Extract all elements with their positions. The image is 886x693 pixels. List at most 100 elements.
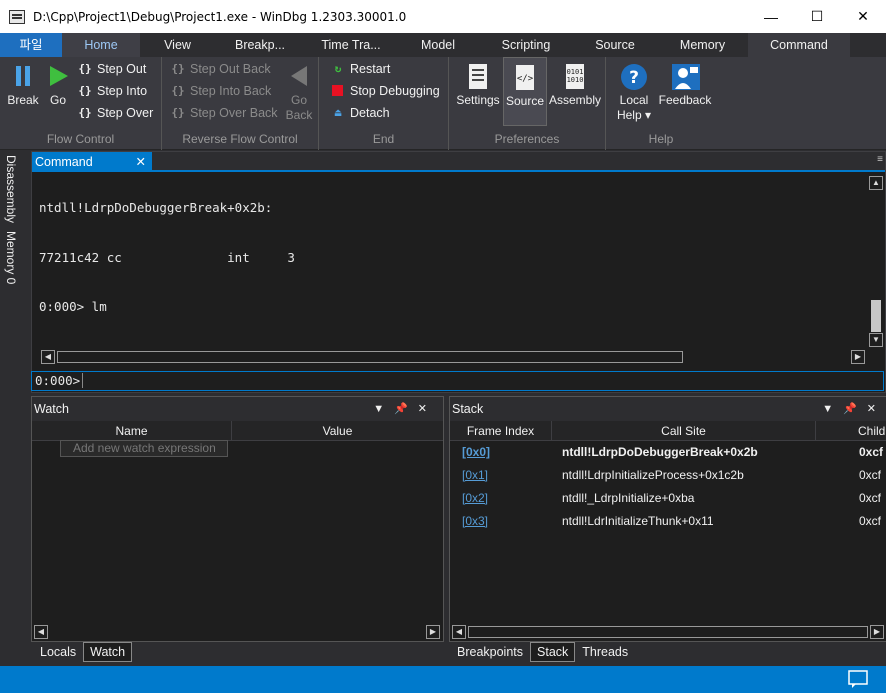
stack-row[interactable]: [0x0] ntdll!LdrpDoDebuggerBreak+0x2b 0xcf (450, 441, 886, 464)
vertical-scroll-thumb[interactable] (871, 300, 881, 332)
watch-bottom-tabs: Locals Watch (33, 642, 133, 662)
notification-icon[interactable] (848, 670, 868, 691)
step-into-back-label: Step Into Back (190, 84, 272, 98)
watch-scroll-right-arrow[interactable]: ▶ (426, 625, 440, 639)
minimize-button[interactable]: — (748, 0, 794, 33)
go-button[interactable]: Go (44, 61, 72, 108)
ribbon-tabs: 파일 Home View Breakp... Time Tra... Model… (0, 33, 886, 57)
tab-locals[interactable]: Locals (33, 642, 83, 662)
call-site: ntdll!_LdrpInitialize+0xba (562, 491, 695, 505)
close-icon[interactable]: ✕ (418, 403, 437, 415)
scroll-up-arrow[interactable]: ▲ (869, 176, 883, 190)
watch-panel: Watch ▼📌✕ Name Value Add new watch expre… (31, 396, 444, 642)
output-line: 77211c42 cc int 3 (39, 249, 295, 265)
scroll-right-arrow[interactable]: ▶ (851, 350, 865, 364)
col-name[interactable]: Name (32, 421, 232, 440)
add-watch-expression-input[interactable]: Add new watch expression (60, 440, 228, 457)
settings-button[interactable]: Settings (454, 61, 502, 108)
tab-watch[interactable]: Watch (83, 642, 133, 662)
step-out-back-button[interactable]: {} Step Out Back (170, 59, 271, 79)
command-input[interactable]: 0:000> (31, 371, 884, 391)
stack-row[interactable]: [0x3] ntdll!LdrInitializeThunk+0x11 0xcf (450, 510, 886, 533)
watch-scroll-left-arrow[interactable]: ◀ (34, 625, 48, 639)
close-icon[interactable]: ✕ (867, 403, 886, 415)
tab-time-travel[interactable]: Time Tra... (305, 33, 397, 57)
child-sp: 0xcf (859, 445, 884, 459)
assembly-button[interactable]: 0101 1010 Assembly (548, 61, 602, 108)
stack-row[interactable]: [0x2] ntdll!_LdrpInitialize+0xba 0xcf (450, 487, 886, 510)
group-help: ? Local Help ▾ Feedback Help (606, 57, 716, 150)
stop-debugging-button[interactable]: Stop Debugging (330, 81, 440, 101)
step-into-button[interactable]: {} Step Into (77, 81, 147, 101)
dropdown-icon[interactable]: ▼ (822, 403, 843, 415)
dropdown-icon[interactable]: ▼ (373, 403, 394, 415)
close-tab-icon[interactable]: ✕ (136, 152, 146, 172)
go-back-label-1: Go (290, 93, 307, 107)
step-over-button[interactable]: {} Step Over (77, 103, 153, 123)
maximize-button[interactable]: ☐ (794, 0, 840, 33)
scroll-down-arrow[interactable]: ▼ (869, 333, 883, 347)
tab-command[interactable]: Command (748, 33, 850, 57)
break-button[interactable]: Break (5, 61, 41, 108)
scroll-left-arrow[interactable]: ◀ (41, 350, 55, 364)
go-back-button[interactable]: Go Back (284, 61, 314, 123)
col-frame-index[interactable]: Frame Index (450, 421, 552, 440)
tab-stack[interactable]: Stack (530, 642, 576, 662)
reverse-play-icon (285, 63, 313, 89)
detach-label: Detach (350, 106, 390, 120)
frame-index-link[interactable]: [0x2] (462, 487, 488, 510)
command-output[interactable]: ntdll!LdrpDoDebuggerBreak+0x2b: 77211c42… (32, 174, 867, 350)
feedback-button[interactable]: Feedback (658, 61, 712, 108)
step-into-label: Step Into (97, 84, 148, 98)
stack-scroll-right-arrow[interactable]: ▶ (870, 625, 884, 639)
step-out-button[interactable]: {} Step Out (77, 59, 146, 79)
tab-source[interactable]: Source (573, 33, 657, 57)
child-sp: 0xcf (859, 491, 882, 505)
child-sp: 0xcf (859, 514, 882, 528)
command-tab[interactable]: Command ✕ (32, 152, 152, 172)
horizontal-scroll-thumb[interactable] (57, 351, 683, 363)
close-button[interactable]: ✕ (840, 0, 886, 33)
tab-memory[interactable]: Memory (657, 33, 748, 57)
col-call-site[interactable]: Call Site (552, 421, 816, 440)
local-help-button[interactable]: ? Local Help ▾ (616, 61, 652, 123)
flow-control-label: Flow Control (46, 132, 115, 146)
tab-scripting[interactable]: Scripting (479, 33, 573, 57)
step-over-back-button[interactable]: {} Step Over Back (170, 103, 277, 123)
stack-horizontal-scroll[interactable] (468, 626, 868, 638)
stack-panel-header: Stack ▼📌✕ (450, 397, 886, 421)
col-child[interactable]: Child (816, 421, 886, 440)
end-label: End (372, 132, 395, 146)
step-into-back-button[interactable]: {} Step Into Back (170, 81, 271, 101)
stack-scroll-left-arrow[interactable]: ◀ (452, 625, 466, 639)
col-value[interactable]: Value (232, 421, 443, 440)
restart-button[interactable]: ↻ Restart (330, 59, 391, 79)
step-out-label: Step Out (97, 62, 147, 76)
tab-breakpoints-panel[interactable]: Breakpoints (450, 642, 530, 662)
watch-horizontal-scroll[interactable] (50, 626, 424, 638)
tab-threads[interactable]: Threads (575, 642, 635, 662)
status-bar (0, 666, 886, 693)
step-into-icon: {} (78, 84, 92, 97)
settings-label: Settings (456, 93, 500, 107)
go-label: Go (49, 93, 66, 107)
frame-index-link[interactable]: [0x3] (462, 510, 488, 533)
side-tab-memory[interactable]: Memory 0 (4, 231, 18, 284)
frame-index-link[interactable]: [0x1] (462, 464, 488, 487)
pin-icon[interactable]: 📌 (843, 403, 867, 415)
tab-view[interactable]: View (140, 33, 215, 57)
call-site: ntdll!LdrInitializeThunk+0x11 (562, 514, 714, 528)
frame-index-link[interactable]: [0x0] (462, 441, 490, 464)
stack-row[interactable]: [0x1] ntdll!LdrpInitializeProcess+0x1c2b 0… (450, 464, 886, 487)
detach-button[interactable]: ⏏ Detach (330, 103, 390, 123)
source-button[interactable]: </> Source (503, 57, 547, 126)
module-name-header-link[interactable]: module name (190, 349, 273, 351)
tab-model[interactable]: Model (397, 33, 479, 57)
tab-file[interactable]: 파일 (0, 33, 62, 57)
pin-icon[interactable]: 📌 (394, 403, 418, 415)
tab-home[interactable]: Home (62, 33, 140, 57)
side-tab-disassembly[interactable]: Disassembly (4, 155, 18, 223)
window-menu-icon[interactable]: ≡ (877, 154, 883, 165)
step-out-back-label: Step Out Back (190, 62, 271, 76)
tab-breakpoints[interactable]: Breakp... (215, 33, 305, 57)
